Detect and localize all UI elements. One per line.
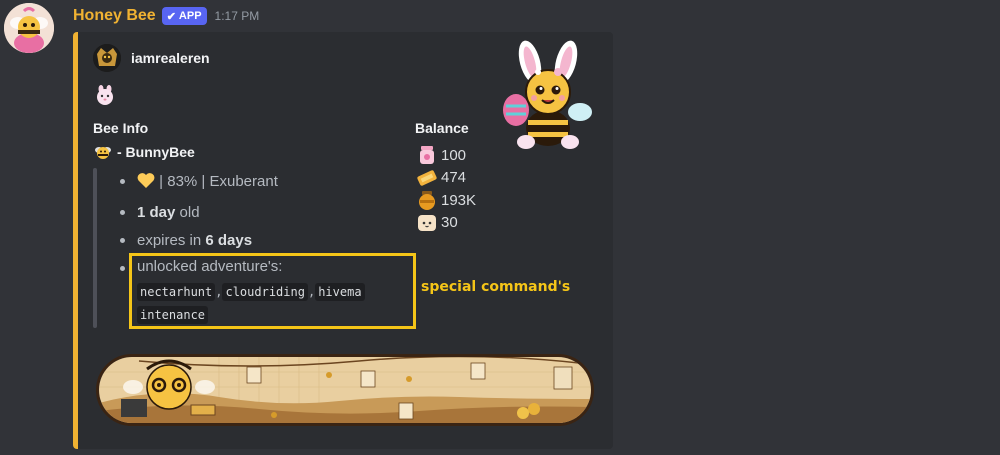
- app-badge-label: APP: [178, 10, 202, 22]
- app-badge: ✔ APP: [161, 7, 207, 25]
- bot-avatar[interactable]: [4, 3, 54, 53]
- message-header: Honey Bee ✔ APP 1:17 PM: [73, 4, 259, 28]
- highlight-box: [129, 253, 416, 329]
- author-avatar-icon: [93, 44, 121, 72]
- age-value: 1 day: [137, 204, 176, 221]
- balance-row: 30: [416, 212, 476, 234]
- bunny-emoji-icon: [94, 84, 116, 106]
- embed-card: iamrealeren Bee Info - BunnyBee | 83% | …: [73, 32, 613, 449]
- list-item-mood: | 83% | Exuberant: [120, 172, 420, 194]
- list-item-age: 1 day old: [120, 203, 420, 222]
- bee-icon: [93, 142, 113, 162]
- bee-name-row: - BunnyBee: [93, 142, 195, 162]
- bunny-bee-thumbnail[interactable]: [496, 40, 600, 150]
- balance-row: 193K: [416, 189, 476, 211]
- age-suffix: old: [179, 204, 200, 221]
- balance-value: 474: [441, 169, 467, 186]
- balance-value: 30: [441, 214, 458, 231]
- bee-name: - BunnyBee: [117, 144, 195, 160]
- checkmark-icon: ✔: [166, 10, 176, 23]
- balance-list: 100 474 193K 30: [416, 144, 476, 234]
- ticket-icon: [416, 167, 438, 189]
- jar-icon: [416, 144, 438, 166]
- bot-username[interactable]: Honey Bee: [73, 7, 156, 25]
- embed-author: iamrealeren: [93, 44, 210, 72]
- yellow-heart-icon: [137, 172, 155, 194]
- balance-row: 100: [416, 144, 476, 166]
- embed-banner-image[interactable]: [96, 354, 594, 426]
- blockquote-bar: [93, 168, 97, 328]
- bee-info-title: Bee Info: [93, 120, 149, 136]
- cube-face-icon: [416, 212, 438, 234]
- balance-row: 474: [416, 167, 476, 189]
- expires-prefix: expires in: [137, 232, 202, 249]
- list-item-expires: expires in 6 days: [120, 231, 420, 250]
- balance-title: Balance: [415, 120, 469, 136]
- honey-pot-icon: [416, 189, 438, 211]
- author-name[interactable]: iamrealeren: [131, 50, 210, 66]
- special-commands-annotation: special command's: [421, 279, 571, 295]
- expires-value: 6 days: [205, 232, 253, 249]
- balance-value: 100: [441, 146, 467, 164]
- balance-value: 193K: [441, 191, 477, 209]
- message-timestamp[interactable]: 1:17 PM: [215, 9, 260, 23]
- mood-text: | 83% | Exuberant: [159, 173, 278, 190]
